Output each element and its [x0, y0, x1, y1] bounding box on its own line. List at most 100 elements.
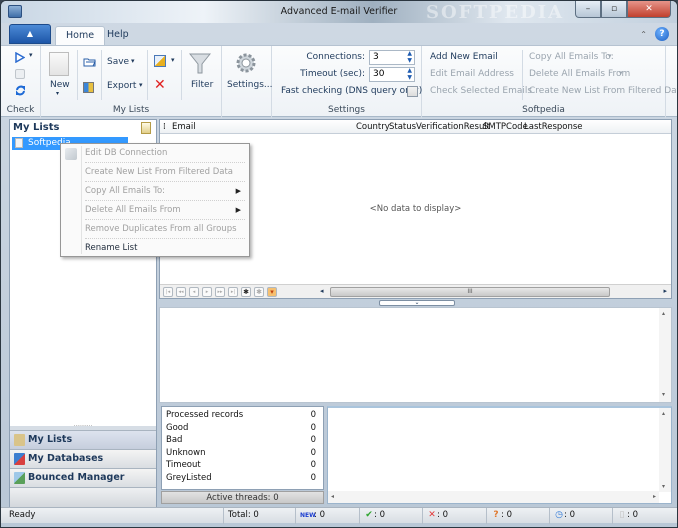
stat-value: 0 — [310, 460, 316, 470]
nav-prev-page-button[interactable]: ◂◂ — [176, 287, 186, 297]
new-button[interactable]: New — [50, 80, 70, 90]
menu-item-create-new-list[interactable]: Create New List From Filtered Data — [85, 163, 245, 182]
column-smtp-code[interactable]: SMTPCode — [483, 120, 528, 134]
fast-checking-checkbox[interactable] — [407, 86, 418, 97]
help-icon[interactable]: ? — [655, 27, 669, 41]
scroll-up-icon[interactable]: ▴ — [662, 410, 665, 417]
scroll-right-icon[interactable]: ▸ — [653, 493, 656, 500]
timeout-field[interactable]: 30 ▲ ▼ — [369, 67, 415, 82]
good-count-value: : 0 — [374, 510, 385, 520]
filter-button[interactable]: Filter — [191, 80, 213, 90]
timeout-label: Timeout (sec): — [300, 69, 365, 79]
context-menu: Edit DB Connection Create New List From … — [60, 143, 250, 257]
save-dropdown-icon[interactable]: ▾ — [131, 57, 135, 65]
collapse-ribbon-icon[interactable]: ⌃ — [640, 30, 647, 39]
minimize-button[interactable]: – — [575, 1, 601, 18]
gear-icon[interactable] — [234, 51, 258, 75]
connections-field[interactable]: 3 ▲ ▼ — [369, 50, 415, 65]
export-dropdown-icon[interactable]: ▾ — [139, 81, 143, 89]
nav-prev-button[interactable]: ◂ — [189, 287, 199, 297]
column-email[interactable]: Email — [172, 120, 196, 134]
maximize-button[interactable]: ▫ — [601, 1, 627, 18]
edit-email-address-button[interactable]: Edit Email Address — [430, 69, 514, 79]
timeout-spinner[interactable]: ▲ ▼ — [407, 67, 412, 81]
import-icon[interactable] — [83, 82, 94, 93]
new-list-small-icon[interactable] — [141, 122, 151, 134]
timeout-count-value: : 0 — [564, 510, 575, 520]
tab-help[interactable]: Help — [97, 26, 139, 45]
total-count: Total: 0 — [223, 508, 295, 524]
nav-my-lists[interactable]: My Lists — [10, 430, 156, 449]
delete-all-emails-from-button[interactable]: Delete All Emails From — [529, 69, 630, 79]
column-country[interactable]: Country — [356, 120, 390, 134]
stat-row: GreyListed 0 — [166, 473, 316, 486]
create-new-list-button[interactable]: Create New List From Filtered Data — [529, 86, 677, 96]
nav-my-databases[interactable]: My Databases — [10, 449, 156, 468]
play-dropdown-icon[interactable]: ▾ — [29, 51, 33, 59]
nav-filter-icon[interactable]: ▾ — [267, 287, 277, 297]
menu-item-copy-all-emails-to[interactable]: Copy All Emails To: ▶ — [85, 182, 245, 201]
scroll-left-icon[interactable]: ◂ — [320, 287, 324, 295]
delete-dropdown-icon[interactable]: ▾ — [619, 69, 623, 77]
nav-next-button[interactable]: ▸ — [202, 287, 212, 297]
column-last-response[interactable]: LastResponse — [524, 120, 583, 134]
nav-next-page-button[interactable]: ▸▸ — [215, 287, 225, 297]
menu-item-label: Edit DB Connection — [85, 148, 168, 158]
save-button[interactable]: Save — [107, 57, 129, 67]
stat-label: Unknown — [166, 447, 206, 458]
play-icon[interactable] — [15, 52, 25, 63]
edit-dropdown-icon[interactable]: ▾ — [171, 56, 175, 64]
list-doc-icon — [15, 138, 23, 148]
new-icon: NEW — [300, 512, 316, 519]
scroll-down-icon[interactable]: ▾ — [662, 391, 665, 398]
nav-edit-icon[interactable]: ✱ — [254, 287, 264, 297]
scroll-right-icon[interactable]: ▸ — [663, 287, 667, 295]
open-folder-icon[interactable] — [83, 57, 96, 67]
refresh-icon[interactable] — [15, 85, 26, 96]
column-chooser-icon[interactable]: ⁞ — [163, 120, 166, 134]
grid-header: ⁞ Email Country Status VerificationResul… — [160, 120, 671, 134]
check-selected-emails-button[interactable]: Check Selected Emails — [430, 86, 532, 96]
nav-bounced-manager-label: Bounced Manager — [28, 472, 125, 483]
scroll-down-icon[interactable]: ▾ — [662, 483, 665, 490]
close-button[interactable]: ✕ — [627, 1, 671, 18]
export-button[interactable]: Export — [107, 81, 136, 91]
connections-spinner[interactable]: ▲ ▼ — [407, 50, 412, 64]
grid-splitter-toggle[interactable]: ⌄ — [379, 300, 455, 306]
menu-item-delete-all-emails-from[interactable]: Delete All Emails From ▶ — [85, 201, 245, 220]
nav-first-button[interactable]: |◂ — [163, 287, 173, 297]
column-status[interactable]: Status — [389, 120, 416, 134]
new-list-icon[interactable] — [49, 52, 69, 76]
ribbon: ▾ Check New ▾ Save ▾ Export ▾ ▾ ✕ Filter — [1, 45, 677, 118]
nav-last-button[interactable]: ▸| — [228, 287, 238, 297]
menu-item-edit-db-connection[interactable]: Edit DB Connection — [85, 144, 245, 163]
response-vertical-scrollbar[interactable]: ▴ ▾ — [659, 408, 671, 492]
copy-all-emails-to-button[interactable]: Copy All Emails To: — [529, 52, 614, 62]
stop-icon[interactable] — [15, 69, 25, 79]
settings-button[interactable]: Settings... — [227, 80, 273, 90]
nav-bounced-manager[interactable]: Bounced Manager — [10, 468, 156, 487]
stat-row: Unknown 0 — [166, 448, 316, 461]
filter-icon[interactable] — [189, 51, 211, 75]
edit-list-icon[interactable] — [154, 55, 166, 67]
delete-icon[interactable]: ✕ — [154, 77, 166, 93]
title-bar: SOFTPEDIA Advanced E-mail Verifier – ▫ ✕ — [1, 1, 677, 23]
nav-append-icon[interactable]: ✱ — [241, 287, 251, 297]
response-horizontal-scrollbar[interactable]: ◂ ▸ — [328, 491, 659, 503]
new-dropdown-icon[interactable]: ▾ — [56, 90, 59, 97]
scroll-left-icon[interactable]: ◂ — [331, 493, 334, 500]
good-count: ✔: 0 — [359, 508, 421, 524]
add-new-email-button[interactable]: Add New Email — [430, 52, 498, 62]
check-group-label: Check — [6, 105, 35, 115]
column-verification-result[interactable]: VerificationResult — [416, 120, 490, 134]
connections-label: Connections: — [306, 52, 365, 62]
copy-dropdown-icon[interactable]: ▾ — [608, 52, 612, 60]
application-menu-button[interactable]: ▲ — [9, 24, 51, 44]
grid-horizontal-scrollbar[interactable]: ◂ III ▸ — [320, 287, 667, 297]
log-vertical-scrollbar[interactable]: ▴ ▾ — [659, 308, 671, 402]
my-lists-group: New ▾ Save ▾ Export ▾ ▾ ✕ Filter My List… — [41, 46, 222, 118]
scroll-thumb[interactable]: III — [330, 287, 610, 297]
menu-item-remove-duplicates[interactable]: Remove Duplicates From all Groups — [85, 220, 245, 239]
scroll-up-icon[interactable]: ▴ — [662, 310, 665, 317]
menu-item-rename-list[interactable]: Rename List — [85, 239, 245, 258]
